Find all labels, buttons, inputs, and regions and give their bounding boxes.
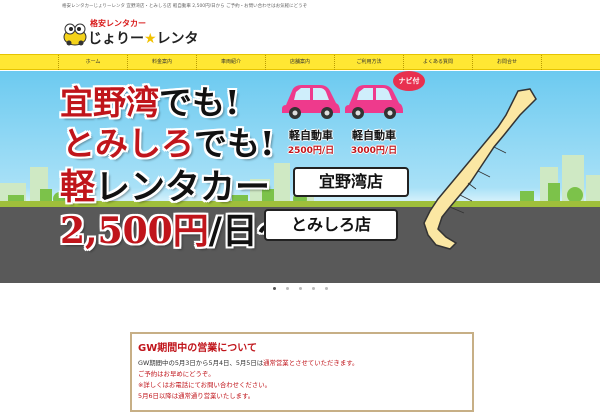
car-card-navi: 軽自動車 3000円/日 <box>343 79 405 156</box>
notice-line-1: GW期間中の5月3日から5月4日、5月5日は通常営業とさせていただきます。 <box>138 359 359 367</box>
nav-list: ホーム 料金案内 車両紹介 店舗案内 ご利用方法 よくある質問 お問合せ <box>58 55 542 70</box>
nav-item-3[interactable]: 車両紹介 <box>196 55 265 70</box>
notice-line-2: ご予約はお早めにどうぞ。 <box>138 370 215 378</box>
nav-item-2[interactable]: 料金案内 <box>127 55 196 70</box>
site-logo[interactable]: 格安レンタカー じょりー★レンタ <box>62 18 199 50</box>
slider-dot[interactable] <box>324 287 328 290</box>
slider-dot[interactable] <box>298 287 302 290</box>
car1-title: 軽自動車 <box>289 129 333 142</box>
site-header: 格安レンタカー じょりー★レンタ <box>0 14 600 54</box>
slider-dot[interactable] <box>272 287 276 290</box>
hero-banner[interactable]: 宜野湾でも! とみしろでも! 軽レンタカー 2,500円/日〜 軽自動車 250… <box>0 71 600 283</box>
top-tagline: 格安レンタカーじょりーレンタ 宜野湾店・とみしろ店 軽自動車 2,500円/日か… <box>62 4 308 9</box>
nav-item-6[interactable]: よくある質問 <box>403 55 472 70</box>
logo-name-left: じょりー <box>88 31 144 47</box>
main-nav: ホーム 料金案内 車両紹介 店舗案内 ご利用方法 よくある質問 お問合せ <box>0 54 600 70</box>
logo-name-right: レンタ <box>156 31 199 47</box>
slider-dot[interactable] <box>285 287 289 290</box>
car-card-standard: 軽自動車 2500円/日 <box>280 79 342 156</box>
headline-2: とみしろでも! <box>62 124 275 163</box>
notice-title: GW期間中の営業について <box>138 343 257 354</box>
nav-item-7[interactable]: お問合せ <box>472 55 542 70</box>
star-icon: ★ <box>144 31 157 47</box>
pink-car-icon <box>282 85 340 119</box>
nav-item-1[interactable]: ホーム <box>58 55 127 70</box>
car2-price: 3000円/日 <box>350 146 398 156</box>
logo-name: じょりー★レンタ <box>88 28 199 48</box>
nav-item-5[interactable]: ご利用方法 <box>334 55 403 70</box>
notice-line-4: 5月6日以降は通常通り営業いたします。 <box>138 392 255 400</box>
car2-title: 軽自動車 <box>352 129 396 142</box>
car1-price: 2500円/日 <box>287 146 335 156</box>
notice-box: GW期間中の営業について GW期間中の5月3日から5月4日、5月5日は通常営業と… <box>130 332 474 412</box>
store-label-ginowan[interactable]: 宜野湾店 <box>293 167 409 197</box>
okinawa-map-icon <box>423 88 537 250</box>
slider-dot[interactable] <box>311 287 315 290</box>
nav-item-4[interactable]: 店舗案内 <box>265 55 334 70</box>
notice-line-3: ※詳しくはお電話にてお問い合わせください。 <box>138 381 271 389</box>
mascot-icon <box>63 23 87 46</box>
slider-pagination <box>0 287 600 293</box>
headline-4: 2,500円/日〜 <box>60 210 294 252</box>
store-label-tomishiro[interactable]: とみしろ店 <box>264 209 398 241</box>
